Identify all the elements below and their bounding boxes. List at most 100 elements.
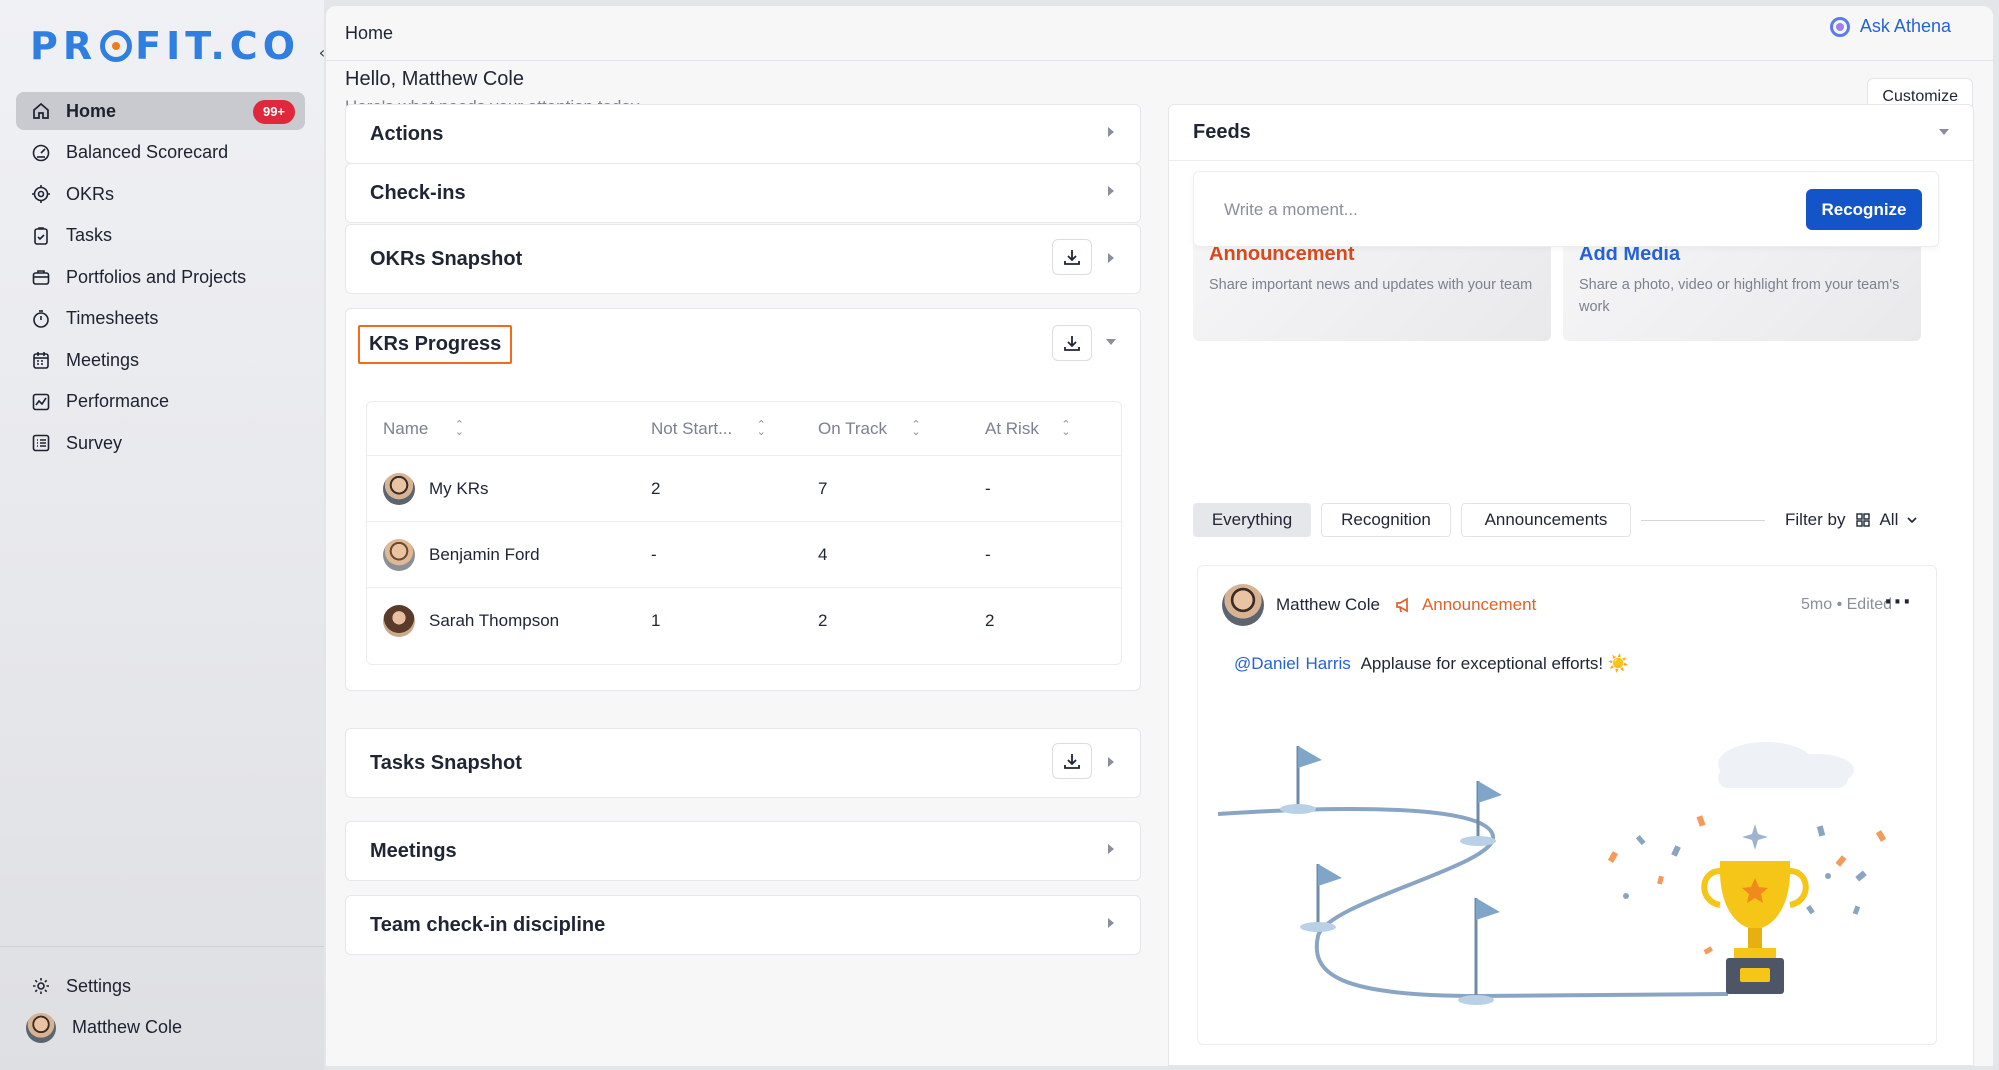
megaphone-icon	[1396, 597, 1408, 613]
column-header-on-track[interactable]: On Track ⌃ ⌄	[818, 402, 921, 455]
post-header: Matthew Cole Announcement	[1222, 584, 1536, 626]
recognize-button[interactable]: Recognize	[1806, 189, 1922, 230]
filter-tab-announcements[interactable]: Announcements	[1461, 503, 1631, 537]
sidebar-item-label: Balanced Scorecard	[66, 142, 229, 162]
cell-at-risk: 2	[985, 611, 995, 630]
expand-caret-icon[interactable]	[1108, 186, 1114, 196]
home-icon	[30, 100, 52, 122]
post-body: @Daniel Harris Applause for exceptional e…	[1234, 654, 1629, 674]
table-row[interactable]: Benjamin Ford - 4 -	[367, 522, 1121, 588]
row-name[interactable]: Benjamin Ford	[429, 545, 540, 565]
tasks-snapshot-panel-header[interactable]: Tasks Snapshot	[346, 729, 1140, 797]
expand-caret-icon[interactable]	[1108, 844, 1114, 854]
post-author[interactable]: Matthew Cole	[1276, 595, 1380, 615]
sidebar-item-okrs[interactable]: OKRs	[16, 175, 305, 213]
download-button[interactable]	[1052, 743, 1092, 779]
sidebar-item-performance[interactable]: Performance	[16, 383, 305, 421]
sidebar-nav: Home 99+ Balanced Scorecard OKRs Tasks P…	[16, 92, 305, 466]
user-profile[interactable]: Matthew Cole	[16, 1009, 324, 1047]
sidebar-item-home[interactable]: Home 99+	[16, 92, 305, 130]
meetings-panel-header[interactable]: Meetings	[346, 822, 1140, 880]
gauge-icon	[30, 142, 52, 164]
cell-not-started: -	[651, 544, 657, 564]
expand-caret-icon[interactable]	[1108, 918, 1114, 928]
sidebar-item-portfolios-and-projects[interactable]: Portfolios and Projects	[16, 258, 305, 296]
krs-progress-panel: KRs Progress Name ⌃ ⌄ Not Start... ⌃ ⌄ On …	[345, 308, 1141, 691]
filter-tab-everything[interactable]: Everything	[1193, 503, 1311, 537]
feed-filters: Everything Recognition Announcements Fil…	[1193, 503, 1953, 537]
filter-tab-recognition[interactable]: Recognition	[1321, 503, 1451, 537]
post-timestamp: 5mo • Edited	[1801, 596, 1892, 613]
sidebar-item-label: Meetings	[66, 349, 140, 370]
expand-caret-icon[interactable]	[1108, 253, 1114, 263]
collapse-caret-icon[interactable]	[1939, 129, 1949, 135]
collapse-caret-icon[interactable]	[1106, 339, 1116, 345]
column-header-name[interactable]: Name ⌃ ⌄	[383, 402, 464, 455]
column-label: Not Start...	[651, 418, 733, 438]
checkins-panel: Check-ins	[345, 163, 1141, 223]
cell-not-started: 1	[651, 611, 661, 630]
feeds-panel: Feeds Announcement Share important news …	[1168, 104, 1974, 1066]
avatar[interactable]	[1222, 584, 1264, 626]
mention-link[interactable]: Harris	[1305, 654, 1350, 673]
column-header-at-risk[interactable]: At Risk ⌃ ⌄	[985, 402, 1071, 455]
expand-caret-icon[interactable]	[1108, 127, 1114, 137]
sort-icon[interactable]: ⌃ ⌄	[756, 419, 766, 437]
breadcrumb[interactable]: Home	[345, 23, 393, 44]
avatar	[383, 472, 415, 505]
okrs-snapshot-panel-header[interactable]: OKRs Snapshot	[346, 225, 1140, 293]
cell-on-track: 7	[818, 478, 828, 498]
table-row[interactable]: Sarah Thompson 1 2 2	[367, 588, 1121, 654]
card-description: Share important news and updates with yo…	[1209, 277, 1533, 293]
sort-icon[interactable]: ⌃ ⌄	[1061, 419, 1071, 437]
user-name: Matthew Cole	[72, 1017, 183, 1037]
filter-by-dropdown[interactable]: Filter by All	[1785, 503, 1918, 537]
panel-title: Feeds	[1193, 121, 1251, 143]
download-button[interactable]	[1052, 325, 1092, 361]
sidebar-item-label: Survey	[66, 432, 123, 453]
feeds-header[interactable]: Feeds	[1169, 105, 1973, 161]
sidebar-item-label: Home	[66, 100, 117, 121]
athena-icon	[1829, 16, 1850, 37]
checkins-panel-header[interactable]: Check-ins	[346, 164, 1140, 222]
download-icon	[1064, 336, 1080, 351]
team-checkin-panel-header[interactable]: Team check-in discipline	[346, 896, 1140, 954]
sidebar-item-settings[interactable]: Settings	[16, 967, 324, 1005]
row-name[interactable]: My KRs	[429, 479, 489, 499]
calendar-icon	[30, 349, 52, 371]
panel-title: Meetings	[370, 839, 457, 862]
column-label: On Track	[818, 418, 887, 438]
actions-panel: Actions	[345, 104, 1141, 164]
krs-progress-panel-header[interactable]: KRs Progress	[346, 309, 1140, 379]
download-icon	[1064, 754, 1080, 769]
expand-caret-icon[interactable]	[1108, 757, 1114, 767]
mention-link[interactable]: @Daniel	[1234, 654, 1299, 673]
sidebar-item-balanced-scorecard[interactable]: Balanced Scorecard	[16, 134, 305, 172]
grid-icon	[1856, 513, 1871, 527]
profitco-logo[interactable]: PR FIT.CO	[30, 24, 300, 68]
more-options-icon[interactable]: ···	[1884, 590, 1912, 615]
table-row[interactable]: My KRs 2 7 -	[367, 456, 1121, 522]
ask-athena-button[interactable]: Ask Athena	[1829, 16, 1951, 37]
filter-by-label: Filter by	[1785, 510, 1846, 529]
moment-input[interactable]: Write a moment...	[1224, 200, 1358, 220]
sidebar-item-tasks[interactable]: Tasks	[16, 217, 305, 255]
column-header-not-started[interactable]: Not Start... ⌃ ⌄	[651, 402, 766, 455]
row-name[interactable]: Sarah Thompson	[429, 611, 559, 631]
download-button[interactable]	[1052, 239, 1092, 275]
clipboard-check-icon	[30, 225, 52, 247]
sidebar-item-label: Portfolios and Projects	[66, 266, 247, 287]
cell-not-started: 2	[651, 478, 661, 498]
sidebar-item-timesheets[interactable]: Timesheets	[16, 300, 305, 338]
gear-icon	[30, 975, 52, 997]
sidebar-item-survey[interactable]: Survey	[16, 424, 305, 462]
cell-at-risk: -	[985, 478, 991, 498]
panel-title: KRs Progress	[358, 324, 513, 364]
sort-icon[interactable]: ⌃ ⌄	[911, 419, 921, 437]
write-moment-box[interactable]: Write a moment... Recognize	[1193, 171, 1939, 247]
sidebar-item-meetings[interactable]: Meetings	[16, 341, 305, 379]
feed-post: Matthew Cole Announcement 5mo • Edited ·…	[1197, 565, 1937, 1045]
tasks-snapshot-panel: Tasks Snapshot	[345, 728, 1141, 798]
actions-panel-header[interactable]: Actions	[346, 105, 1140, 163]
sort-icon[interactable]: ⌃ ⌄	[454, 419, 464, 437]
